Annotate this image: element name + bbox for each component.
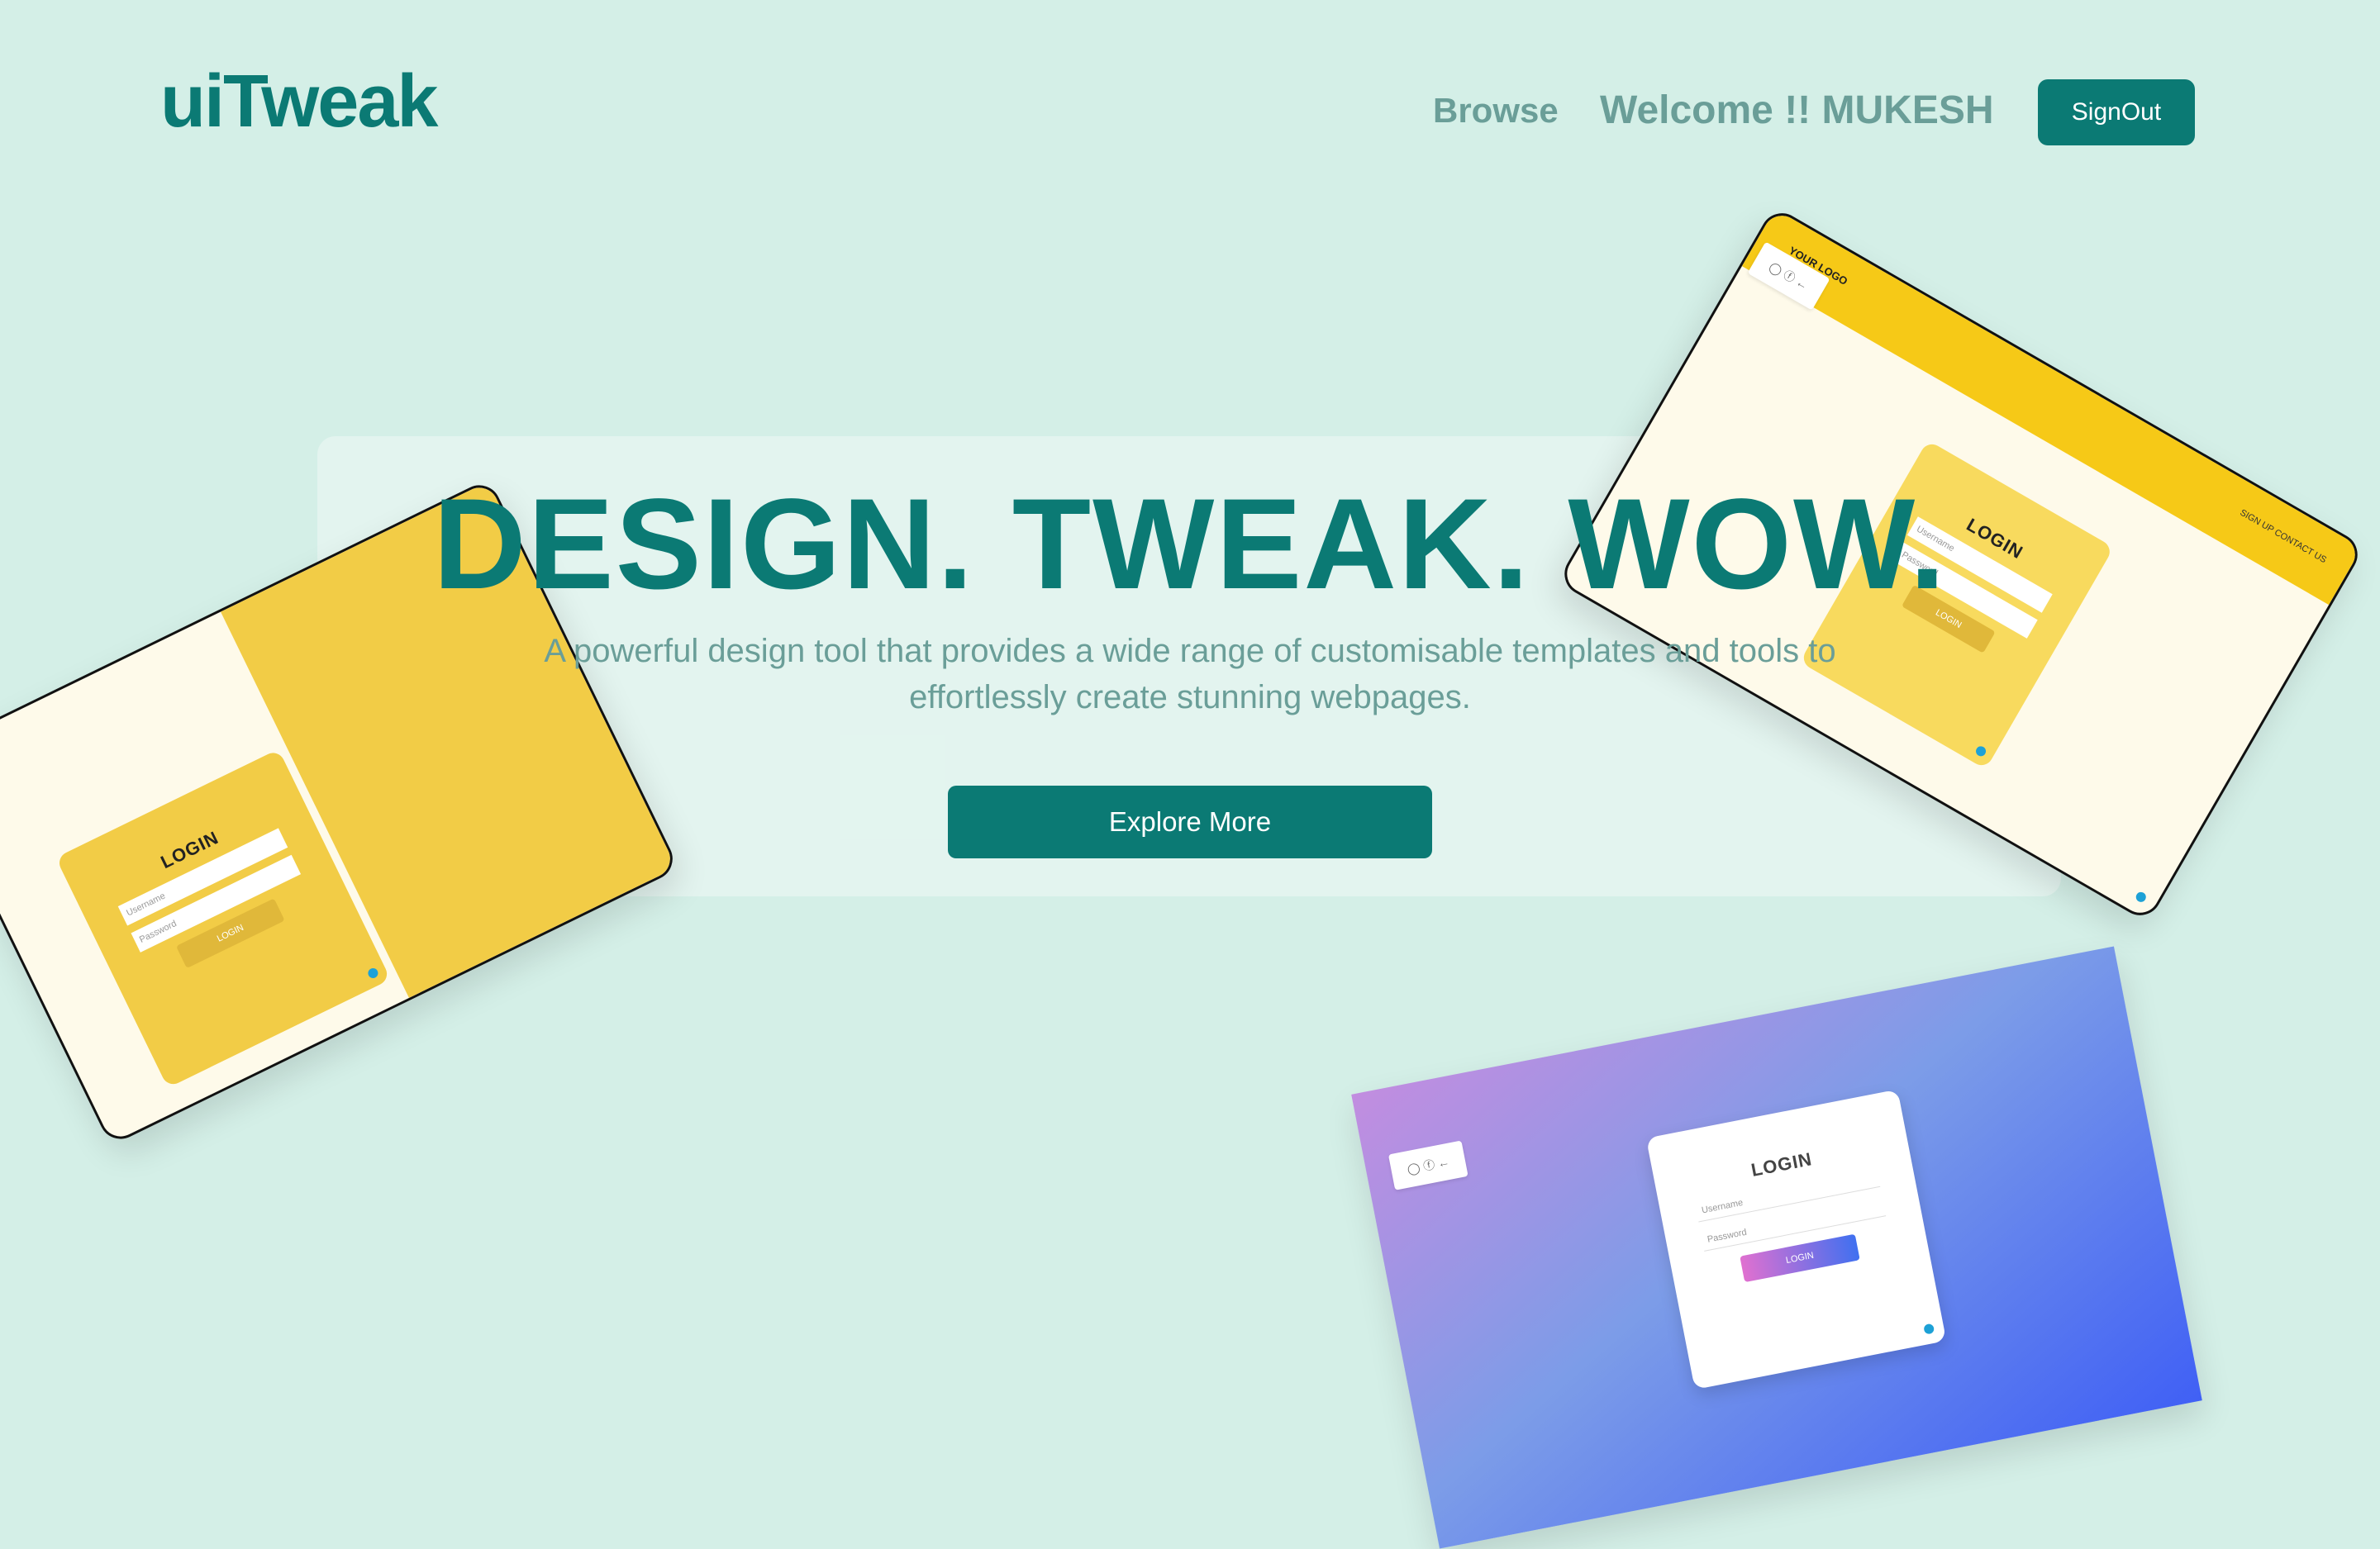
preview-dot xyxy=(1973,744,1988,758)
preview-login-button: LOGIN xyxy=(1739,1233,1861,1283)
preview-login-title: LOGIN xyxy=(1749,1148,1814,1181)
preview-dot xyxy=(2134,890,2148,905)
preview-dot xyxy=(366,966,380,980)
preview-login-card: LOGIN Username Password LOGIN xyxy=(1645,1089,1947,1390)
back-icon: ← xyxy=(1793,275,1811,292)
template-preview-gradient[interactable]: ◯ ⓕ ← LOGIN Username Password LOGIN xyxy=(1351,946,2202,1549)
signout-button[interactable]: SignOut xyxy=(2038,79,2195,145)
welcome-message: Welcome !! MUKESH xyxy=(1600,88,1994,132)
hero-title: DESIGN. TWEAK. WOW. xyxy=(433,473,1947,616)
circle-icon: ◯ xyxy=(1406,1160,1421,1176)
hero-subtitle: A powerful design tool that provides a w… xyxy=(544,633,1836,715)
facebook-icon: ⓕ xyxy=(1421,1157,1436,1173)
preview-social-icons: ◯ ⓕ ← xyxy=(1388,1140,1468,1190)
explore-more-button[interactable]: Explore More xyxy=(948,786,1432,858)
preview-dot xyxy=(1923,1323,1935,1335)
nav-browse-link[interactable]: Browse xyxy=(1433,91,1559,131)
back-icon: ← xyxy=(1436,1154,1451,1171)
brand-logo[interactable]: uiTweak xyxy=(160,59,438,145)
